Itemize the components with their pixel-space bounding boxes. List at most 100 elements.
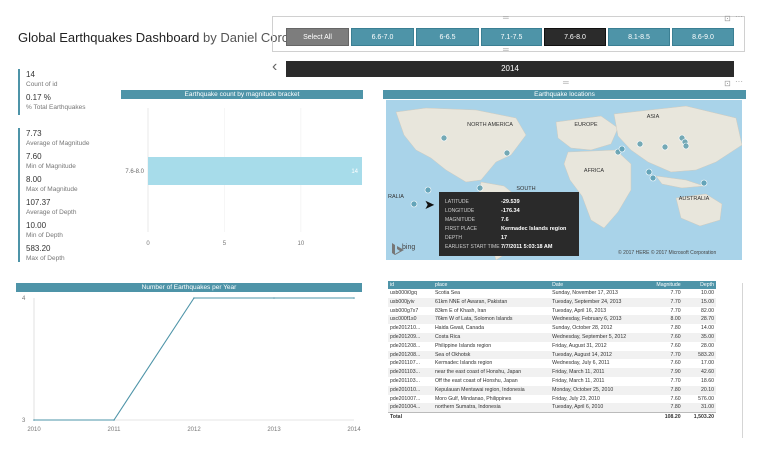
focus-mode-icon[interactable]: ⊡	[724, 14, 731, 23]
tooltip-value: 7.6	[501, 217, 509, 223]
tooltip-row: LATITUDE -29.539	[445, 199, 520, 205]
table-row[interactable]: pde201007... Moro Gulf, Mindanao, Philipp…	[388, 395, 716, 404]
map-copyright: © 2017 HERE © 2017 Microsoft Corporation	[618, 250, 717, 256]
table-cell: 10.00	[701, 290, 714, 296]
table-cell: 20.10	[682, 385, 716, 395]
table-cell: 8.00	[643, 315, 683, 325]
earthquake-marker[interactable]	[440, 134, 448, 142]
tooltip-row: MAGNITUDE 7.6	[445, 217, 509, 223]
kpi-label: Average of Depth	[26, 209, 77, 216]
table-row[interactable]: pde201208... Philippine Islands region Fri…	[388, 342, 716, 351]
resize-handle-icon[interactable]: ═	[503, 45, 509, 54]
bracket-category-label: 7.6-8.0	[125, 169, 144, 175]
north-america-shape	[395, 107, 527, 183]
table-row[interactable]: usc000f1s0 76km W of Lata, Solomon Island…	[388, 315, 716, 325]
table-cell: 7.80	[643, 385, 683, 395]
year-point[interactable]	[193, 297, 195, 299]
dashboard-title: Global Earthquakes Dashboard by Daniel C…	[18, 30, 314, 45]
tooltip-row: FIRST PLACE Kermadec Islands region	[445, 226, 566, 232]
table-row[interactable]: usb000i0gq Scotia Sea Sunday, November 17,…	[388, 289, 716, 298]
column-header-id[interactable]: id	[388, 281, 433, 289]
kpi-value: 0.17 %	[26, 93, 51, 102]
table-cell: 42.60	[682, 368, 716, 377]
column-header-magnitude[interactable]: Magnitude	[643, 281, 683, 289]
column-header-date[interactable]: Date	[550, 281, 644, 289]
table-cell: Kepulauan Mentawai region, Indonesia	[432, 385, 551, 395]
year-point[interactable]	[113, 419, 115, 421]
map-more-icon[interactable]: ···	[735, 77, 743, 86]
kpi-value: 7.73	[26, 129, 42, 138]
table-row[interactable]: usb000jyiv 61km NNE of Awaran, Pakistan Tu…	[388, 297, 716, 307]
map-focus-icon[interactable]: ⊡	[724, 79, 731, 88]
table-cell: 35.00	[682, 332, 716, 342]
column-header-depth[interactable]: Depth	[682, 281, 716, 289]
table-cell: 28.70	[682, 315, 716, 325]
column-header-place[interactable]: place	[432, 281, 551, 289]
earthquake-marker[interactable]	[649, 174, 657, 182]
kpi-label: Average of Magnitude	[26, 140, 90, 147]
total-cell: 1,503.20	[682, 412, 716, 422]
slicer-button-7-1-7-5[interactable]: 7.1-7.5	[481, 28, 542, 46]
table-row[interactable]: pde201208... Sea of Okhotsk Tuesday, Augus…	[388, 350, 716, 360]
table-row[interactable]: pde201004... northern Sumatra, Indonesia T…	[388, 403, 716, 413]
kpi-value: 8.00	[26, 175, 42, 184]
more-options-icon[interactable]: ···	[735, 12, 743, 21]
table-cell: Kermadec Islands region	[434, 360, 493, 367]
table-row[interactable]: usb000g7x7 83km E of Khash, Iran Tuesday, …	[388, 307, 716, 316]
year-point[interactable]	[273, 297, 275, 299]
table-cell: 82.00	[701, 307, 714, 314]
table-row[interactable]: pde201010... Kepulauan Mentawai region, I…	[388, 385, 716, 395]
earthquake-marker[interactable]	[661, 143, 669, 151]
chevron-left-icon[interactable]: ‹	[272, 58, 277, 76]
year-slicer[interactable]: 2014	[286, 61, 734, 77]
slicer-button-6-6-5[interactable]: 6-6.5	[416, 28, 479, 46]
earthquake-marker[interactable]	[503, 149, 511, 157]
tooltip-value: 7/7/2011 5:03:18 AM	[501, 244, 553, 250]
bracket-bar[interactable]	[148, 157, 362, 185]
year-y-tick: 3	[22, 418, 26, 424]
table-cell: Friday, July 23, 2010	[552, 395, 600, 402]
year-point[interactable]	[33, 419, 35, 421]
map-drag-handle-icon[interactable]: ═	[563, 78, 569, 87]
year-x-tick: 2010	[27, 427, 41, 433]
table-row[interactable]: pde201210... Haida Gwaii, Canada Sunday, O…	[388, 324, 716, 333]
slicer-button-8-6-9-0[interactable]: 8.6-9.0	[672, 28, 734, 46]
map-label-africa: AFRICA	[584, 168, 605, 174]
map-label-europe: EUROPE	[574, 122, 598, 128]
earthquake-marker[interactable]	[682, 142, 690, 150]
slicer-button-select-all[interactable]: Select All	[286, 28, 349, 46]
table-cell: Monday, October 25, 2010	[550, 385, 644, 395]
table-cell: usc000f1s0	[388, 315, 433, 325]
slicer-button-8-1-8-5[interactable]: 8.1-8.5	[608, 28, 670, 46]
earthquake-marker[interactable]	[645, 168, 653, 176]
slicer-button-6-6-7-0[interactable]: 6.6-7.0	[351, 28, 414, 46]
table-row[interactable]: pde201107... Kermadec Islands region Wedne…	[388, 359, 716, 368]
kpi-label: Count of id	[26, 81, 58, 88]
slicer-button-7-6-8-0[interactable]: 7.6-8.0	[544, 28, 606, 46]
earthquake-marker[interactable]	[476, 184, 484, 192]
earthquake-marker[interactable]	[700, 179, 708, 187]
drag-handle-icon[interactable]: ═	[503, 13, 509, 22]
tooltip-key: LATITUDE	[445, 199, 469, 205]
table-row[interactable]: pde201103... Off the east coast of Honshu…	[388, 377, 716, 386]
earthquake-marker[interactable]	[618, 145, 626, 153]
table-row[interactable]: pde201103... near the east coast of Honsh…	[388, 368, 716, 377]
asia-shape	[613, 105, 742, 173]
table-cell: 7.70	[643, 297, 683, 307]
table-cell: 14.00	[701, 325, 714, 332]
year-series-line[interactable]	[34, 297, 354, 421]
earthquake-marker[interactable]	[424, 186, 432, 194]
bracket-x-tick: 5	[223, 241, 227, 247]
table-cell: 83km E of Khash, Iran	[434, 307, 487, 314]
map-title: Earthquake locations	[383, 90, 746, 99]
table-cell: near the east coast of Honshu, Japan	[432, 368, 551, 377]
table-cell: 576.00	[698, 395, 714, 402]
earthquake-marker[interactable]	[636, 140, 644, 148]
year-point[interactable]	[353, 297, 355, 299]
table-scrollbar[interactable]	[742, 283, 743, 438]
year-x-tick: 2014	[347, 427, 361, 433]
earthquake-marker[interactable]	[410, 200, 418, 208]
tooltip-value: -176.34	[501, 208, 520, 214]
table-row[interactable]: pde201209... Costa Rica Wednesday, Septemb…	[388, 332, 716, 342]
kpi-divider	[18, 128, 20, 262]
